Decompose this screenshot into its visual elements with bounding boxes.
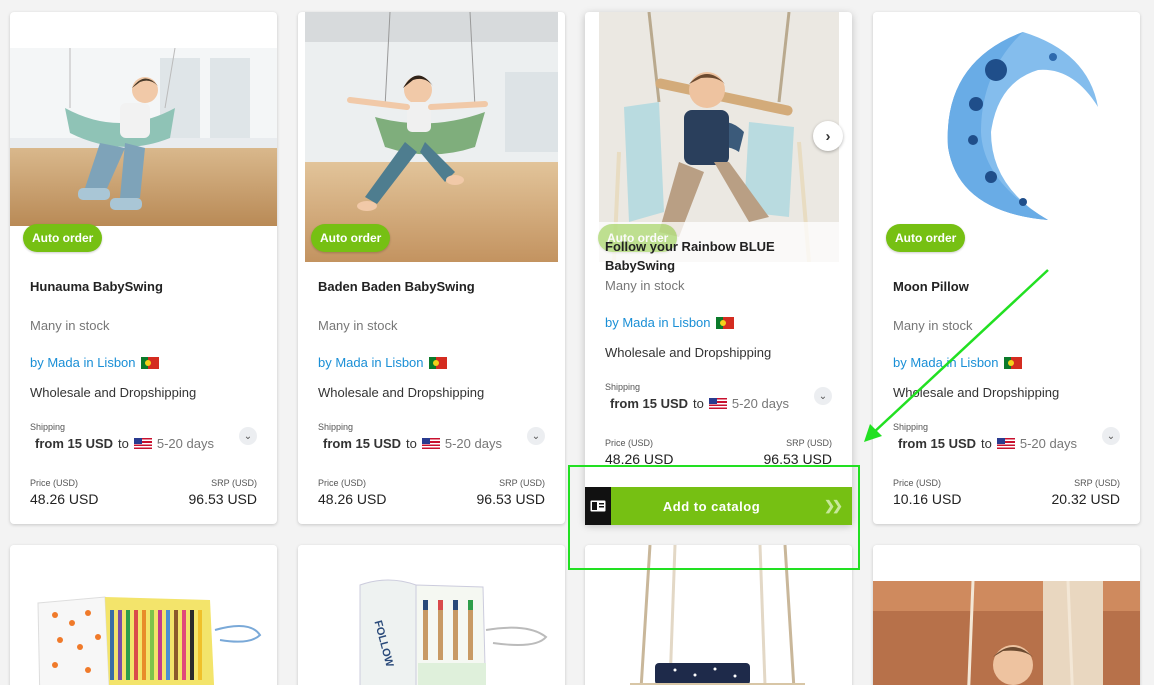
portugal-flag-icon xyxy=(140,356,159,369)
shipping-label: Shipping xyxy=(30,422,66,432)
product-title[interactable]: Moon Pillow xyxy=(893,277,1120,296)
sales-channel: Wholesale and Dropshipping xyxy=(318,385,485,400)
shipping-price: from 15 USD xyxy=(323,436,402,451)
auto-order-badge: Auto order xyxy=(311,224,391,252)
product-title[interactable]: Hunauma BabySwing xyxy=(30,277,257,296)
price-label: Price (USD) xyxy=(893,478,942,488)
highlight-box xyxy=(568,465,860,570)
sales-channel: Wholesale and Dropshipping xyxy=(605,345,772,360)
portugal-flag-icon xyxy=(715,316,734,329)
product-title[interactable]: Baden Baden BabySwing xyxy=(318,277,545,296)
shipping-price: from 15 USD xyxy=(898,436,977,451)
product-image[interactable]: FOLLOW xyxy=(298,545,565,685)
price-value: 48.26 USD xyxy=(318,491,387,507)
chevron-right-icon[interactable]: › xyxy=(813,121,843,151)
auto-order-badge: Auto order xyxy=(23,224,103,252)
product-card[interactable]: Auto order Moon Pillow Many in stock by … xyxy=(873,12,1140,524)
shipping-days: 5-20 days xyxy=(156,436,214,451)
shipping-label: Shipping xyxy=(605,382,641,392)
shipping-to: to xyxy=(406,436,417,451)
product-card[interactable]: FOLLOW xyxy=(298,545,565,685)
usa-flag-icon xyxy=(421,438,440,449)
portugal-flag-icon xyxy=(428,356,447,369)
shipping-days: 5-20 days xyxy=(444,436,502,451)
sales-channel: Wholesale and Dropshipping xyxy=(30,385,197,400)
srp-value: 20.32 USD xyxy=(1051,491,1120,507)
seller-link[interactable]: by Mada in Lisbon xyxy=(605,315,734,330)
price-label: Price (USD) xyxy=(605,438,654,448)
seller-link[interactable]: by Mada in Lisbon xyxy=(893,355,1022,370)
stock-status: Many in stock xyxy=(30,318,110,333)
price-value: 48.26 USD xyxy=(30,491,99,507)
shipping-info: from 15 USD to 5-20 days xyxy=(35,436,214,451)
auto-order-badge: Auto order xyxy=(886,224,966,252)
seller-name[interactable]: by Mada in Lisbon xyxy=(30,355,136,370)
shipping-price: from 15 USD xyxy=(35,436,114,451)
chevron-down-icon[interactable]: ⌄ xyxy=(527,427,545,445)
shipping-info: from 15 USD to 5-20 days xyxy=(610,396,789,411)
price-label: Price (USD) xyxy=(30,478,79,488)
shipping-price: from 15 USD xyxy=(610,396,689,411)
product-card[interactable]: Auto order Baden Baden BabySwing Many in… xyxy=(298,12,565,524)
seller-name[interactable]: by Mada in Lisbon xyxy=(893,355,999,370)
stock-status: Many in stock xyxy=(318,318,398,333)
seller-link[interactable]: by Mada in Lisbon xyxy=(318,355,447,370)
price-value: 10.16 USD xyxy=(893,491,962,507)
srp-value: 96.53 USD xyxy=(476,491,545,507)
sales-channel: Wholesale and Dropshipping xyxy=(893,385,1060,400)
seller-link[interactable]: by Mada in Lisbon xyxy=(30,355,159,370)
product-image[interactable] xyxy=(873,12,1140,227)
stock-status: Many in stock xyxy=(893,318,973,333)
shipping-to: to xyxy=(693,396,704,411)
price-label: Price (USD) xyxy=(318,478,367,488)
portugal-flag-icon xyxy=(1003,356,1022,369)
srp-label: SRP (USD) xyxy=(499,478,545,488)
shipping-label: Shipping xyxy=(893,422,929,432)
usa-flag-icon xyxy=(133,438,152,449)
shipping-to: to xyxy=(118,436,129,451)
srp-label: SRP (USD) xyxy=(1074,478,1120,488)
shipping-info: from 15 USD to 5-20 days xyxy=(898,436,1077,451)
shipping-days: 5-20 days xyxy=(1019,436,1077,451)
usa-flag-icon xyxy=(996,438,1015,449)
product-image[interactable] xyxy=(873,545,1140,685)
seller-name[interactable]: by Mada in Lisbon xyxy=(318,355,424,370)
product-card[interactable]: Auto order Hunauma BabySwing Many in sto… xyxy=(10,12,277,524)
shipping-to: to xyxy=(981,436,992,451)
product-card[interactable] xyxy=(10,545,277,685)
shipping-info: from 15 USD to 5-20 days xyxy=(323,436,502,451)
product-card-hovered[interactable]: › Auto order Follow your Rainbow BLUE Ba… xyxy=(585,12,852,525)
srp-label: SRP (USD) xyxy=(786,438,832,448)
chevron-down-icon[interactable]: ⌄ xyxy=(814,387,832,405)
usa-flag-icon xyxy=(708,398,727,409)
product-title[interactable]: Follow your Rainbow BLUE BabySwing xyxy=(605,237,832,275)
chevron-down-icon[interactable]: ⌄ xyxy=(1102,427,1120,445)
srp-value: 96.53 USD xyxy=(188,491,257,507)
shipping-days: 5-20 days xyxy=(731,396,789,411)
seller-name[interactable]: by Mada in Lisbon xyxy=(605,315,711,330)
srp-label: SRP (USD) xyxy=(211,478,257,488)
chevron-down-icon[interactable]: ⌄ xyxy=(239,427,257,445)
product-image[interactable] xyxy=(10,545,277,685)
stock-status: Many in stock xyxy=(605,278,685,293)
product-card[interactable] xyxy=(873,545,1140,685)
product-image[interactable] xyxy=(10,48,277,226)
shipping-label: Shipping xyxy=(318,422,354,432)
